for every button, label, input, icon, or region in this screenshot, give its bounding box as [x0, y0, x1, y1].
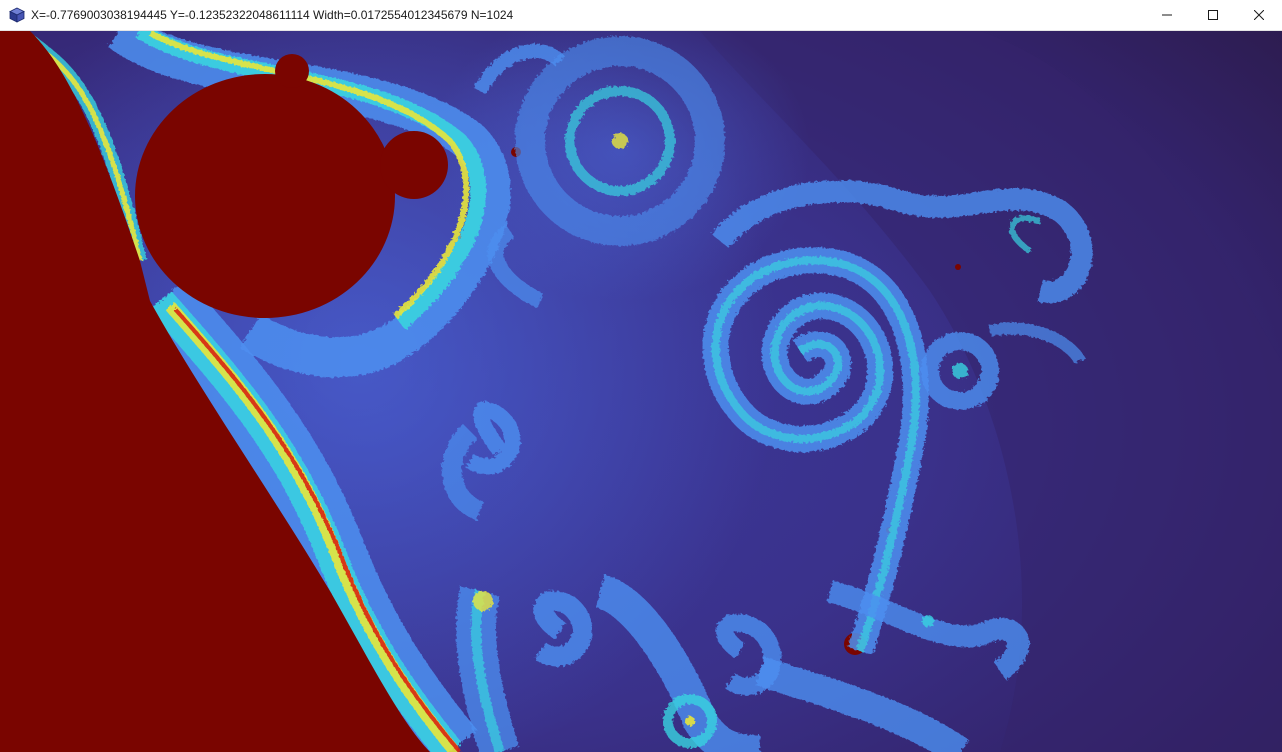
main-bulb [135, 74, 395, 318]
close-icon [1254, 10, 1264, 20]
maximize-icon [1208, 10, 1218, 20]
maximize-button[interactable] [1190, 0, 1236, 31]
window-title: X=-0.7769003038194445 Y=-0.1235232204861… [31, 8, 514, 22]
title-bar[interactable]: X=-0.7769003038194445 Y=-0.1235232204861… [0, 0, 1282, 31]
side-bulb [380, 131, 448, 199]
close-button[interactable] [1236, 0, 1282, 31]
fractal-canvas[interactable] [0, 31, 1282, 752]
cube-icon [9, 7, 25, 23]
window-controls [1144, 0, 1282, 31]
minimize-icon [1162, 14, 1172, 16]
app-window: X=-0.7769003038194445 Y=-0.1235232204861… [0, 0, 1282, 752]
minimize-button[interactable] [1144, 0, 1190, 31]
mandelbrot-render [0, 31, 1282, 752]
